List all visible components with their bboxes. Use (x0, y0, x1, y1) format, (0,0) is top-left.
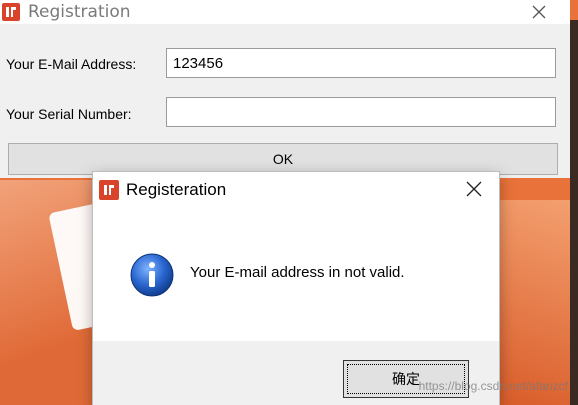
window-title: Registration (28, 2, 131, 22)
serial-label: Your Serial Number: (6, 106, 132, 122)
ok-button[interactable]: OK (8, 143, 558, 175)
app-logo-icon (6, 7, 16, 17)
watermark-text: https://blog.csdn.net/afanzcf (418, 379, 568, 393)
registration-titlebar[interactable]: Registration (0, 0, 570, 24)
dialog-message: Your E-mail address in not valid. (190, 264, 405, 281)
app-logo-icon (104, 185, 114, 195)
dialog-message-area: Your E-mail address in not valid. (93, 208, 499, 341)
email-input[interactable] (166, 48, 556, 78)
app-icon (2, 3, 20, 21)
close-icon (466, 181, 482, 197)
info-icon (130, 253, 174, 297)
email-label: Your E-Mail Address: (6, 56, 137, 72)
serial-input[interactable] (166, 97, 556, 127)
dialog-titlebar[interactable]: Registeration (93, 172, 499, 208)
close-icon (532, 5, 546, 19)
message-dialog: Registeration Your E-mail address in not… (93, 172, 499, 405)
dialog-title: Registeration (126, 180, 227, 199)
background-artwork-right (500, 200, 578, 405)
background-edge (570, 20, 578, 405)
dialog-app-icon (99, 180, 119, 200)
close-button[interactable] (524, 1, 554, 23)
email-row: Your E-Mail Address: (0, 46, 570, 80)
registration-window: Registration Your E-Mail Address: Your S… (0, 0, 570, 178)
dialog-close-button[interactable] (459, 178, 489, 200)
serial-row: Your Serial Number: (0, 96, 570, 130)
